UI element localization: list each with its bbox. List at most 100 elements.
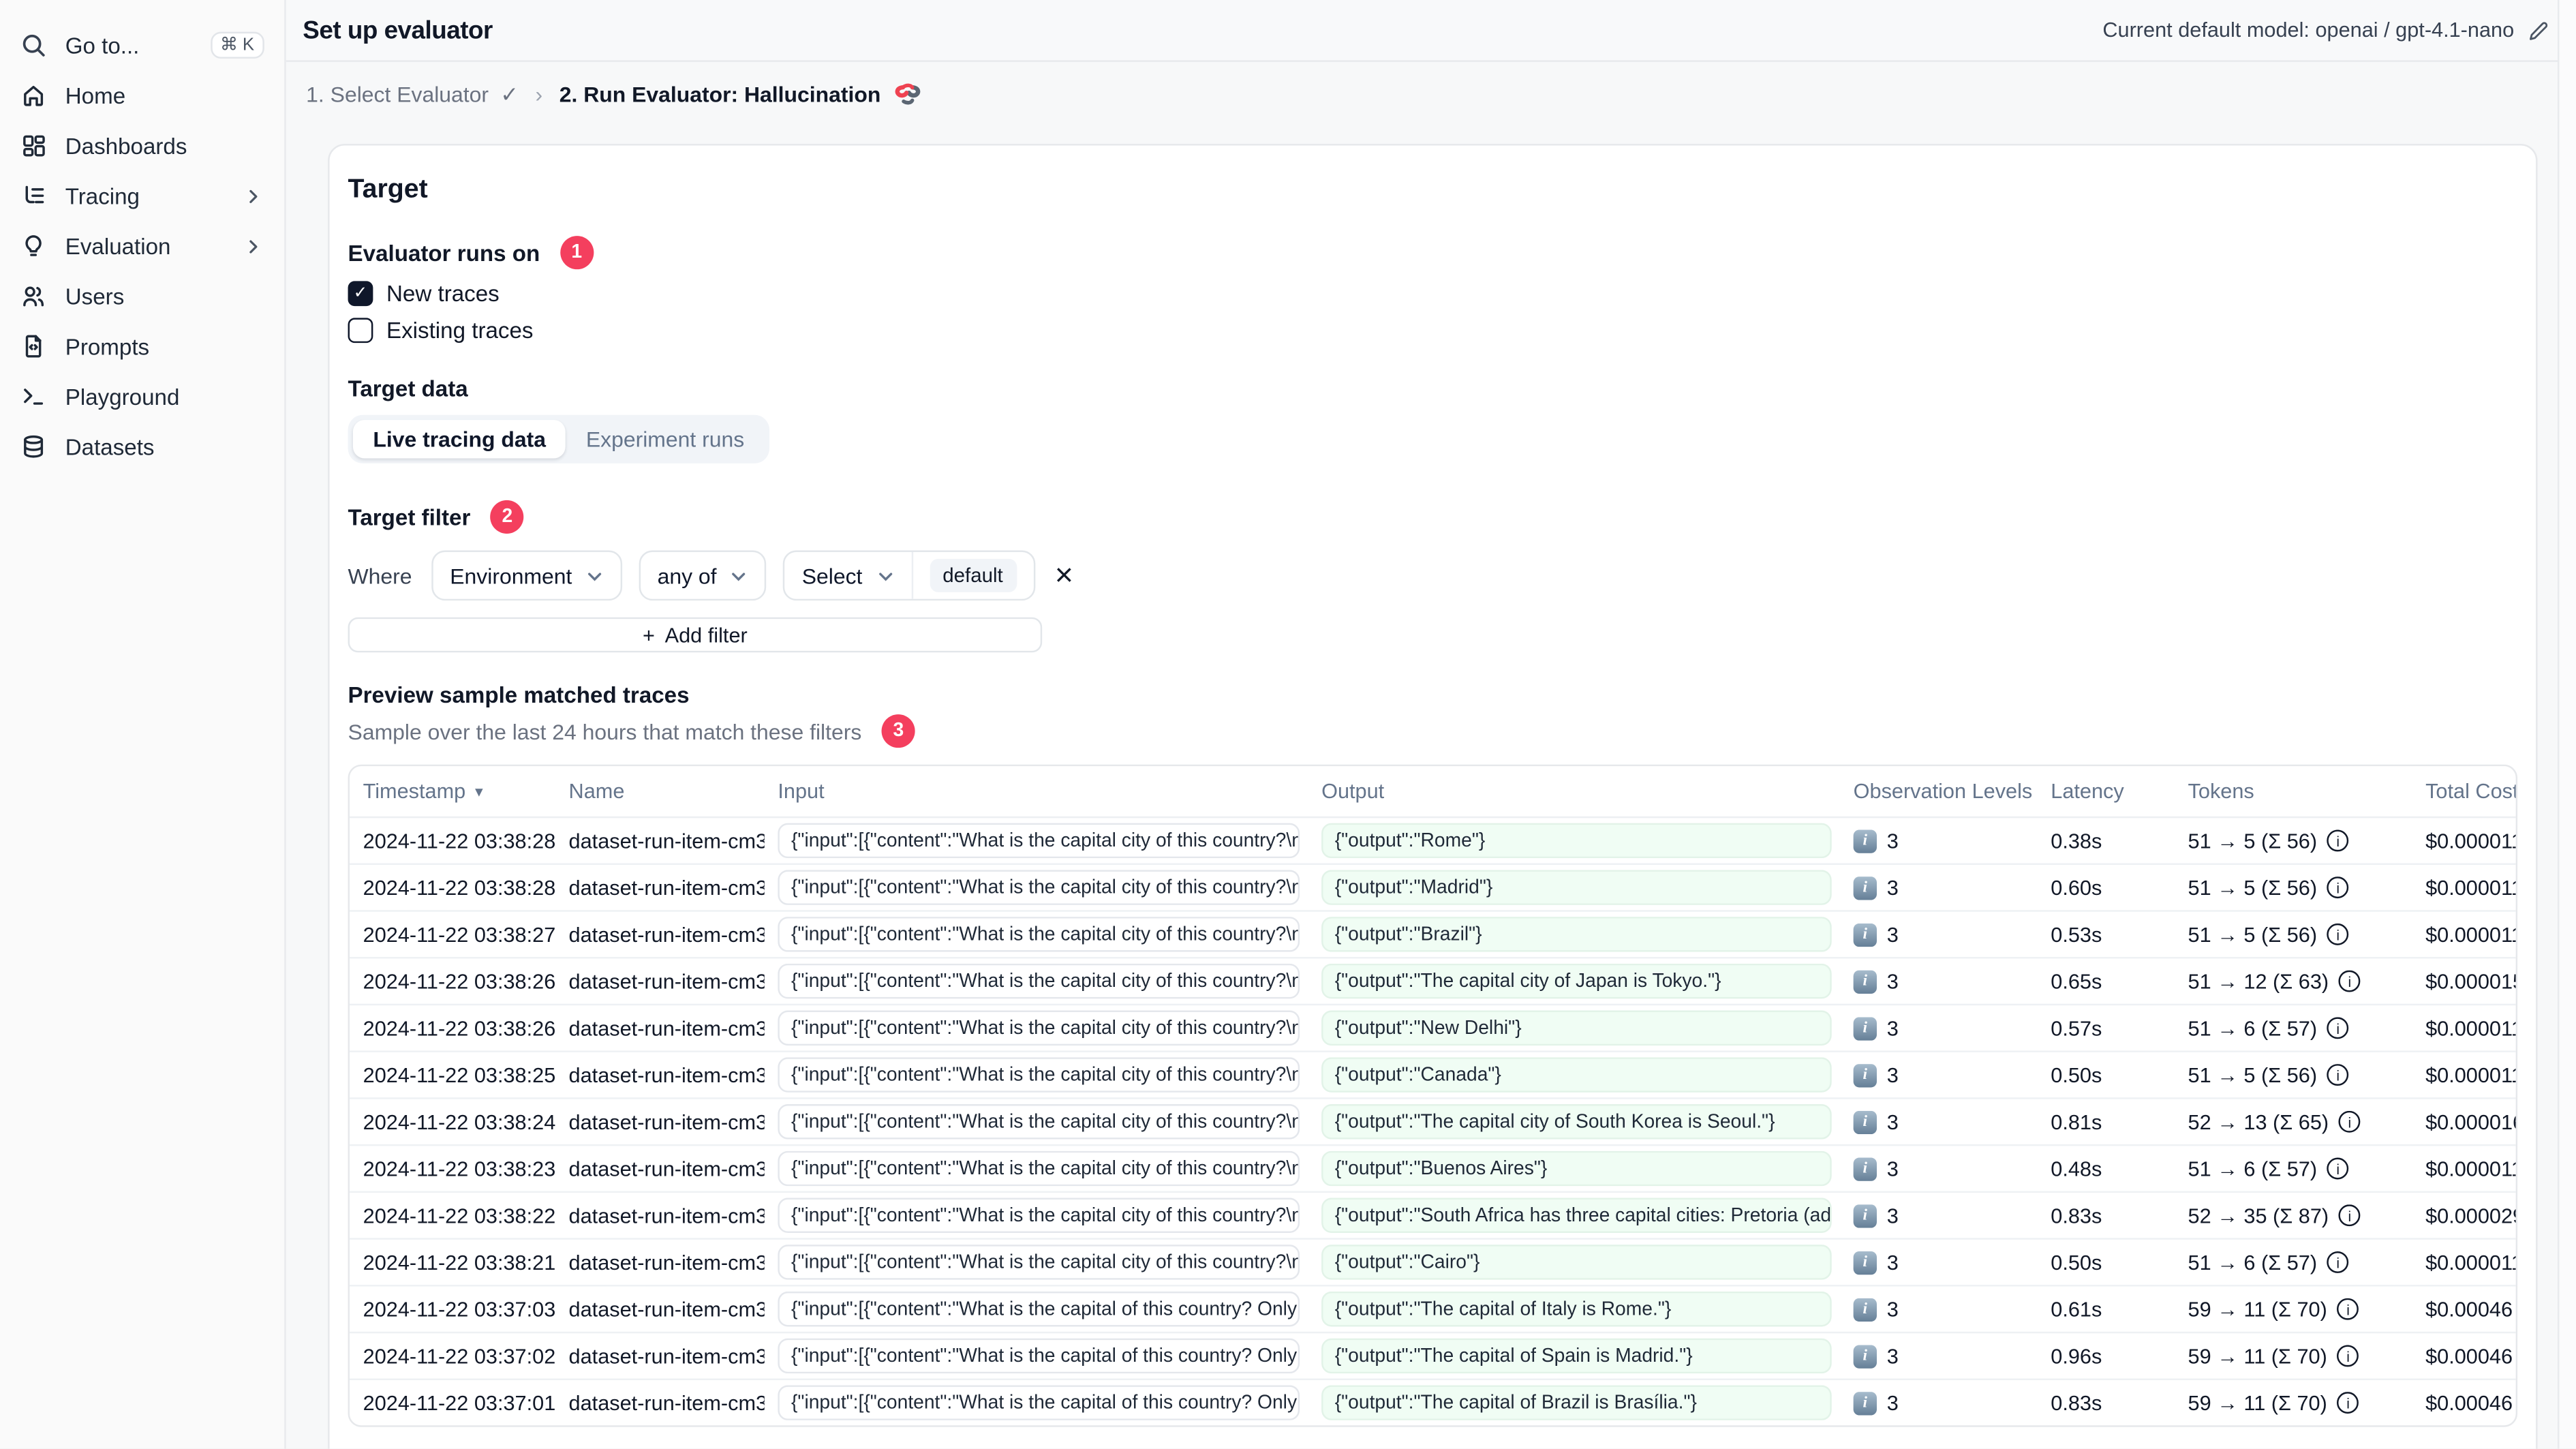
cell-output[interactable]: {"output":"Canada"} — [1308, 1057, 1840, 1093]
checkbox-row-new-traces[interactable]: ✓ New traces — [348, 281, 2518, 307]
sidebar-item-label: Home — [65, 82, 126, 108]
cell-name: dataset-run-item-cm3s4 — [568, 829, 765, 853]
info-circle-icon[interactable]: i — [2337, 1345, 2359, 1367]
cell-input[interactable]: {"input":[{"content":"What is the capita… — [765, 1245, 1308, 1280]
sidebar-item-prompts[interactable]: Prompts — [0, 321, 284, 371]
remove-filter-button[interactable]: × — [1055, 560, 1073, 592]
cell-input[interactable]: {"input":[{"content":"What is the capita… — [765, 1198, 1308, 1233]
cell-output[interactable]: {"output":"New Delhi"} — [1308, 1010, 1840, 1046]
cell-output[interactable]: {"output":"Brazil"} — [1308, 917, 1840, 952]
cell-output[interactable]: {"output":"The capital city of South Kor… — [1308, 1103, 1840, 1140]
cell-input[interactable]: {"input":[{"content":"What is the capita… — [765, 1057, 1308, 1093]
cell-input[interactable]: {"input":[{"content":"What is the capita… — [765, 1150, 1308, 1187]
sidebar-goto[interactable]: Go to... ⌘ K — [0, 20, 284, 70]
cell-latency: 0.50s — [2051, 1250, 2102, 1275]
table-row[interactable]: 2024-11-22 03:38:23 dataset-run-item-cm3s… — [349, 1144, 2516, 1191]
sidebar-item-playground[interactable]: Playground — [0, 371, 284, 422]
table-row[interactable]: 2024-11-22 03:37:01 dataset-run-item-cm3s… — [349, 1378, 2516, 1426]
info-circle-icon[interactable]: i — [2327, 923, 2349, 945]
cell-output[interactable]: {"output":"The capital of Brazil is Bras… — [1308, 1385, 1840, 1420]
tab-experiment-runs[interactable]: Experiment runs — [566, 420, 764, 458]
info-circle-icon[interactable]: i — [2338, 1204, 2361, 1227]
sidebar-item-datasets[interactable]: Datasets — [0, 422, 284, 472]
cell-output[interactable]: {"output":"The capital of Spain is Madri… — [1308, 1338, 1840, 1374]
chevron-down-icon — [587, 572, 602, 581]
info-circle-icon[interactable]: i — [2327, 829, 2349, 852]
info-circle-icon[interactable]: i — [2327, 1157, 2349, 1180]
sidebar-item-dashboards[interactable]: Dashboards — [0, 121, 284, 171]
col-header-total-cost: Total Cost — [2425, 779, 2516, 804]
cell-latency: 0.61s — [2051, 1297, 2102, 1321]
cell-input[interactable]: {"input":[{"content":"What is the capita… — [765, 963, 1308, 999]
target-data-label: Target data — [348, 376, 2518, 401]
filter-value-dropdown[interactable]: Select default — [783, 550, 1035, 601]
cell-output[interactable]: {"output":"Madrid"} — [1308, 870, 1840, 905]
info-square-icon: i — [1853, 1250, 1877, 1275]
table-row[interactable]: 2024-11-22 03:38:24 dataset-run-item-cm3s… — [349, 1097, 2516, 1144]
table-row[interactable]: 2024-11-22 03:38:26 dataset-run-item-cm3s… — [349, 956, 2516, 1004]
breadcrumb-step1[interactable]: 1. Select Evaluator ✓ — [306, 81, 519, 108]
table-row[interactable]: 2024-11-22 03:38:27 dataset-run-item-cm3s… — [349, 910, 2516, 957]
sidebar-item-label: Playground — [65, 384, 180, 410]
cell-input[interactable]: {"input":[{"content":"What is the capita… — [765, 917, 1308, 952]
table-row[interactable]: 2024-11-22 03:37:02 dataset-run-item-cm3s… — [349, 1331, 2516, 1379]
table-row[interactable]: 2024-11-22 03:38:28 dataset-run-item-cm3s… — [349, 863, 2516, 911]
sidebar-goto-label: Go to... — [65, 32, 140, 58]
table-row[interactable]: 2024-11-22 03:38:26 dataset-run-item-cm3s… — [349, 1003, 2516, 1051]
filter-column-dropdown[interactable]: Environment — [431, 550, 623, 601]
add-filter-label: Add filter — [664, 623, 748, 647]
page-scrollbar[interactable] — [2557, 0, 2576, 1449]
info-circle-icon[interactable]: i — [2327, 1251, 2349, 1273]
cell-input[interactable]: {"input":[{"content":"What is the capita… — [765, 1010, 1308, 1046]
cell-tokens: 51 → 12 (Σ 63) i — [2175, 969, 2412, 993]
new-traces-checkbox[interactable]: ✓ — [348, 281, 373, 307]
existing-traces-label: Existing traces — [386, 318, 534, 344]
cell-latency: 0.83s — [2051, 1390, 2102, 1415]
cell-output[interactable]: {"output":"South Africa has three capita… — [1308, 1198, 1840, 1233]
table-row[interactable]: 2024-11-22 03:38:21 dataset-run-item-cm3s… — [349, 1238, 2516, 1285]
cell-input[interactable]: {"input":[{"content":"What is the capita… — [765, 1385, 1308, 1420]
info-circle-icon[interactable]: i — [2327, 1064, 2349, 1086]
cell-latency: 0.50s — [2051, 1063, 2102, 1087]
add-filter-button[interactable]: + Add filter — [348, 617, 1043, 653]
table-row[interactable]: 2024-11-22 03:37:03 dataset-run-item-cm3s… — [349, 1285, 2516, 1332]
info-circle-icon[interactable]: i — [2338, 970, 2361, 992]
cell-input[interactable]: {"input":[{"content":"What is the capita… — [765, 870, 1308, 905]
table-row[interactable]: 2024-11-22 03:38:22 dataset-run-item-cm3s… — [349, 1191, 2516, 1238]
users-icon — [20, 283, 46, 309]
info-circle-icon[interactable]: i — [2327, 876, 2349, 899]
col-header-timestamp[interactable]: Timestamp ▼ — [350, 780, 555, 803]
table-row[interactable]: 2024-11-22 03:38:25 dataset-run-item-cm3s… — [349, 1050, 2516, 1097]
cell-observation-levels: i3 — [1840, 1157, 2038, 1180]
sidebar-item-users[interactable]: Users — [0, 271, 284, 322]
info-circle-icon[interactable]: i — [2337, 1392, 2359, 1414]
cell-output[interactable]: {"output":"The capital city of Japan is … — [1308, 963, 1840, 999]
info-circle-icon[interactable]: i — [2338, 1110, 2361, 1133]
cell-input[interactable]: {"input":[{"content":"What is the capita… — [765, 1291, 1308, 1327]
info-circle-icon[interactable]: i — [2337, 1298, 2359, 1320]
cell-output[interactable]: {"output":"Buenos Aires"} — [1308, 1150, 1840, 1187]
cell-output[interactable]: {"output":"Rome"} — [1308, 823, 1840, 859]
cell-tokens: 52 → 13 (Σ 65) i — [2175, 1110, 2412, 1133]
cell-input[interactable]: {"input":[{"content":"What is the capita… — [765, 1338, 1308, 1374]
cell-tokens: 59 → 11 (Σ 70) i — [2175, 1344, 2412, 1368]
sort-desc-icon: ▼ — [472, 783, 486, 799]
edit-model-icon[interactable] — [2528, 19, 2549, 41]
col-header-input: Input — [778, 779, 825, 804]
existing-traces-checkbox[interactable] — [348, 318, 373, 344]
cell-latency: 0.81s — [2051, 1110, 2102, 1133]
cell-observation-levels: i3 — [1840, 1250, 2038, 1275]
datasets-icon — [20, 433, 46, 460]
cell-input[interactable]: {"input":[{"content":"What is the capita… — [765, 1103, 1308, 1140]
sidebar-item-home[interactable]: Home — [0, 70, 284, 121]
table-row[interactable]: 2024-11-22 03:38:28 dataset-run-item-cm3s… — [350, 818, 2516, 863]
sidebar-item-tracing[interactable]: Tracing — [0, 170, 284, 221]
filter-operator-dropdown[interactable]: any of — [639, 550, 767, 601]
cell-output[interactable]: {"output":"The capital of Italy is Rome.… — [1308, 1291, 1840, 1327]
sidebar-item-evaluation[interactable]: Evaluation — [0, 221, 284, 271]
tab-live-tracing-data[interactable]: Live tracing data — [352, 420, 566, 459]
info-circle-icon[interactable]: i — [2327, 1017, 2349, 1039]
checkbox-row-existing-traces[interactable]: Existing traces — [348, 318, 2518, 344]
cell-input[interactable]: {"input":[{"content":"What is the capita… — [765, 823, 1308, 859]
cell-output[interactable]: {"output":"Cairo"} — [1308, 1245, 1840, 1280]
